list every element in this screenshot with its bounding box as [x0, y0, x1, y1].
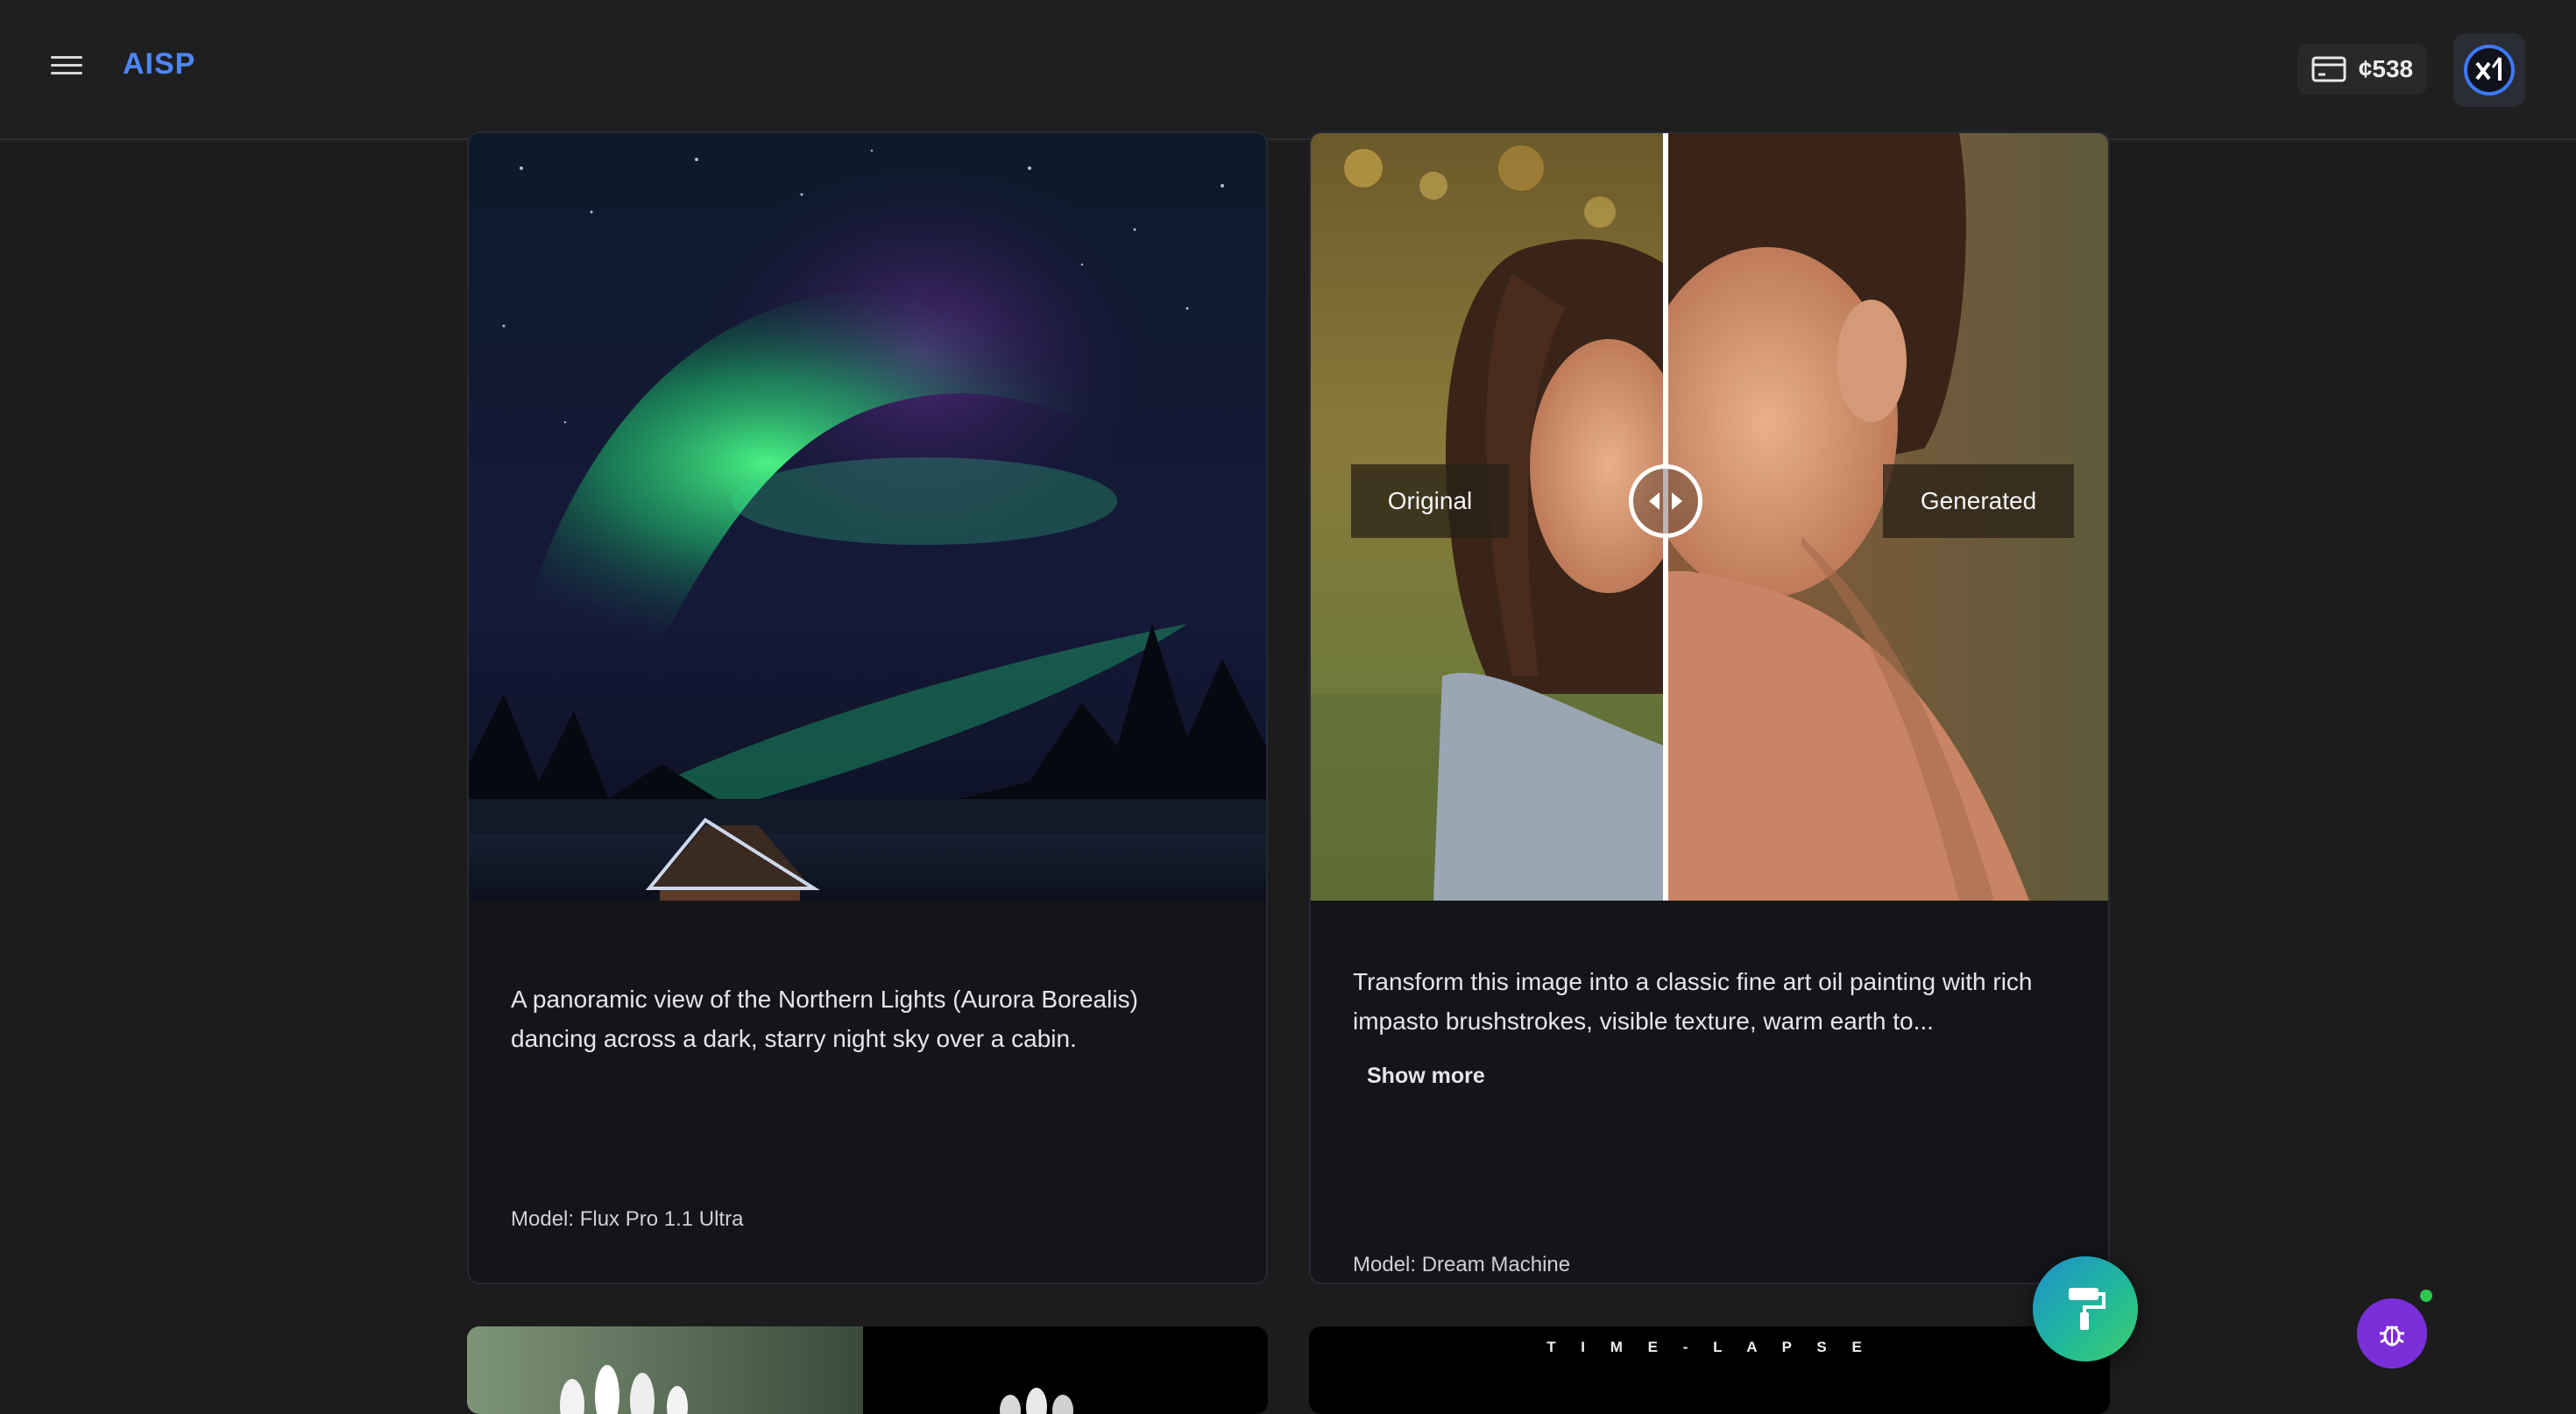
credits-balance-button[interactable]: ¢538 — [2297, 44, 2427, 95]
video-overlay-text: T I M E - L A P S E — [1546, 1339, 1872, 1355]
generated-label: Generated — [1883, 464, 2074, 538]
drag-arrows-icon — [1649, 492, 1682, 510]
paint-roller-button[interactable] — [2033, 1256, 2138, 1361]
show-more-link[interactable]: Show more — [1367, 1064, 1485, 1089]
user-avatar-button[interactable] — [2453, 33, 2525, 107]
avatar — [2464, 45, 2515, 95]
portrait-before-after-comparison[interactable]: Original Generated — [1311, 133, 2108, 901]
model-label: Model: Flux Pro 1.1 Ultra — [511, 1207, 744, 1231]
generation-card-thumbnail[interactable] — [467, 1326, 1268, 1414]
daisy-flower-photo — [467, 1326, 1268, 1414]
xai-logo-icon — [2475, 57, 2502, 81]
prompt-description: Transform this image into a classic fine… — [1353, 968, 2033, 1035]
bug-report-button[interactable] — [2357, 1298, 2427, 1368]
credits-amount: ¢538 — [2358, 55, 2414, 82]
model-label: Model: Dream Machine — [1353, 1253, 1571, 1276]
prompt-description: A panoramic view of the Northern Lights … — [511, 986, 1138, 1052]
generation-card: Original Generated Transform this image … — [1309, 131, 2110, 1284]
wallet-card-icon — [2311, 56, 2346, 82]
comparison-slider-handle[interactable] — [1629, 464, 1702, 538]
hamburger-menu-icon[interactable] — [49, 51, 84, 86]
original-label: Original — [1351, 464, 1509, 538]
paint-roller-icon — [2069, 1288, 2105, 1330]
generation-card-thumbnail[interactable]: T I M E - L A P S E — [1309, 1326, 2110, 1414]
brand-logo[interactable]: AISP — [123, 47, 195, 81]
aurora-over-cabin-photo[interactable] — [469, 133, 1266, 901]
generation-card: A panoramic view of the Northern Lights … — [467, 131, 1268, 1284]
status-indicator-dot — [2420, 1290, 2432, 1302]
bug-report-icon — [2380, 1325, 2404, 1347]
top-bar: AISP ¢538 — [0, 0, 2576, 140]
